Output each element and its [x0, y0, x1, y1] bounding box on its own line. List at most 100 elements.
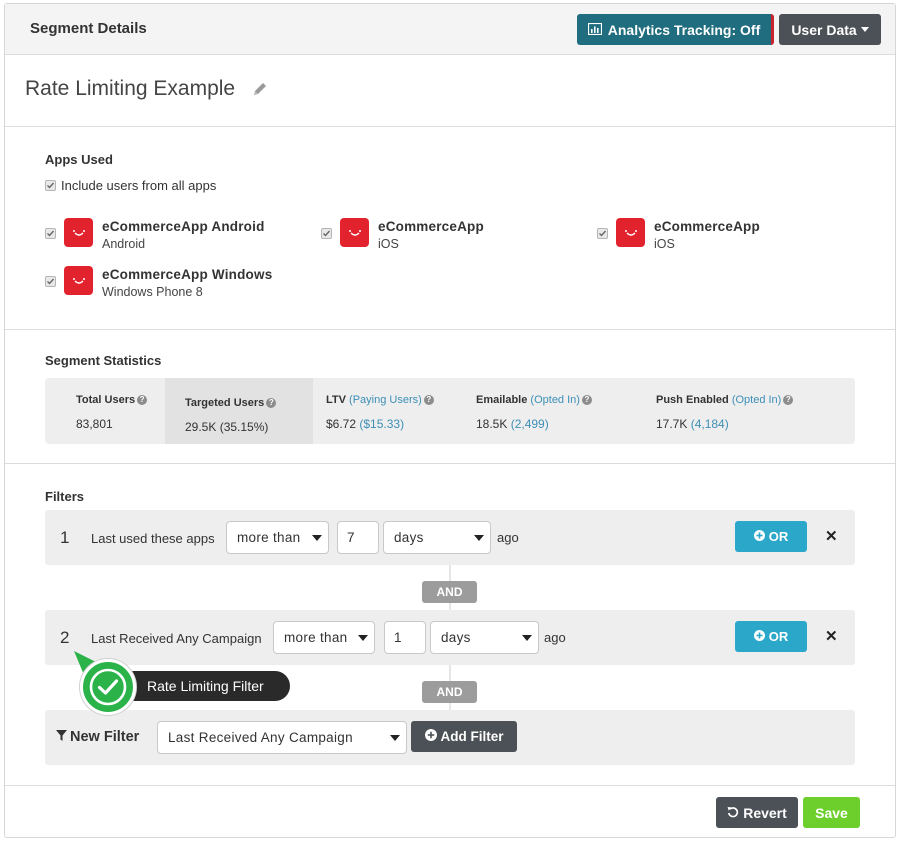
undo-icon [727, 805, 739, 821]
plus-circle-icon [753, 629, 765, 644]
paying-users-link[interactable]: (Paying Users) [349, 394, 422, 406]
stat-value: 17.7K (4,184) [656, 417, 729, 431]
apps-used-section: Apps Used Include users from all apps eC… [5, 127, 895, 330]
app-item[interactable]: eCommerceApp iOS [321, 218, 484, 254]
app-checkbox[interactable] [45, 276, 56, 287]
revert-button[interactable]: Revert [716, 797, 798, 828]
funnel-filter-icon [56, 729, 67, 745]
app-platform: iOS [654, 237, 675, 251]
and-badge: AND [422, 681, 477, 703]
push-opted-link[interactable]: (4,184) [691, 417, 729, 431]
include-all-checkbox[interactable] [45, 180, 56, 191]
add-filter-button[interactable]: Add Filter [411, 721, 517, 752]
callout-label: Rate Limiting Filter [147, 678, 264, 694]
stat-label: Total Users? [76, 394, 148, 406]
app-smile-icon [340, 218, 369, 247]
segment-name[interactable]: Rate Limiting Example [25, 77, 235, 101]
app-smile-icon [64, 266, 93, 295]
filter-label: Last Received Any Campaign [91, 631, 262, 646]
user-data-label: User Data [791, 21, 857, 38]
help-icon[interactable]: ? [266, 397, 277, 408]
panel-header: Segment Details Analytics Tracking: Off … [5, 4, 895, 55]
app-smile-icon [616, 218, 645, 247]
caret-down-icon [312, 535, 322, 541]
stat-push-enabled: Push Enabled (Opted In)? 17.7K (4,184) [643, 378, 855, 444]
close-icon[interactable]: ✕ [825, 527, 838, 545]
analytics-tracking-label: Analytics Tracking: Off [607, 21, 761, 38]
filters-section: Filters 1 Last used these apps more than… [5, 464, 895, 786]
app-name: eCommerceApp Windows [102, 267, 273, 282]
panel-title: Segment Details [30, 20, 147, 37]
segment-statistics-section: Segment Statistics Total Users? 83,801 T… [5, 330, 895, 464]
app-checkbox[interactable] [45, 228, 56, 239]
ago-label: ago [544, 630, 566, 645]
help-icon[interactable]: ? [137, 394, 148, 405]
stat-value: $6.72 ($15.33) [326, 417, 405, 431]
segment-details-panel: Segment Details Analytics Tracking: Off … [4, 3, 896, 838]
caret-down-icon [390, 735, 400, 741]
app-checkbox[interactable] [597, 228, 608, 239]
app-platform: iOS [378, 237, 399, 251]
comparator-select[interactable]: more than [226, 521, 329, 554]
stat-label: LTV (Paying Users)? [326, 394, 434, 406]
stat-emailable: Emailable (Opted In)? 18.5K (2,499) [463, 378, 643, 444]
include-all-label: Include users from all apps [61, 178, 217, 193]
help-icon[interactable]: ? [581, 394, 592, 405]
stat-value: 18.5K (2,499) [476, 417, 549, 431]
caret-down-icon [522, 635, 532, 641]
opted-in-link[interactable]: (Opted In) [530, 394, 580, 406]
save-button[interactable]: Save [803, 797, 860, 828]
app-name: eCommerceApp [654, 219, 760, 234]
app-platform: Android [102, 237, 146, 251]
filter-row: 2 Last Received Any Campaign more than 1… [45, 610, 855, 665]
app-smile-icon [64, 218, 93, 247]
filter-label: Last used these apps [91, 531, 215, 546]
app-item[interactable]: eCommerceApp Windows Windows Phone 8 [45, 266, 272, 302]
help-icon[interactable]: ? [783, 394, 794, 405]
app-item[interactable]: eCommerceApp iOS [597, 218, 760, 254]
amount-input[interactable]: 1 [384, 621, 426, 654]
stat-label: Push Enabled (Opted In)? [656, 394, 794, 406]
new-filter-label: New Filter [56, 729, 139, 745]
plus-circle-icon [753, 529, 765, 544]
segment-name-row: Rate Limiting Example [5, 55, 895, 127]
app-platform: Windows Phone 8 [102, 285, 203, 299]
help-icon[interactable]: ? [423, 394, 434, 405]
filter-number: 2 [60, 628, 70, 647]
filter-number: 1 [60, 528, 70, 547]
caret-down-icon [358, 635, 368, 641]
app-checkbox[interactable] [321, 228, 332, 239]
plus-circle-icon [424, 729, 437, 744]
app-item[interactable]: eCommerceApp Android Android [45, 218, 265, 254]
unit-select[interactable]: days [430, 621, 539, 654]
unit-select[interactable]: days [383, 521, 491, 554]
callout-label-pill: Rate Limiting Filter [118, 671, 290, 701]
segment-statistics-title: Segment Statistics [45, 353, 162, 368]
new-filter-row: New Filter Last Received Any Campaign Ad… [45, 710, 855, 765]
amount-input[interactable]: 7 [337, 521, 379, 554]
analytics-tracking-button[interactable]: Analytics Tracking: Off [577, 14, 774, 45]
stat-targeted-users: Targeted Users? 29.5K (35.15%) [165, 378, 313, 444]
ltv-paying-link[interactable]: ($15.33) [359, 417, 404, 431]
pencil-edit-icon[interactable] [252, 81, 268, 102]
user-data-dropdown[interactable]: User Data [779, 14, 881, 45]
app-name: eCommerceApp Android [102, 219, 265, 234]
stat-ltv: LTV (Paying Users)? $6.72 ($15.33) [313, 378, 463, 444]
bar-chart-icon [587, 22, 602, 38]
new-filter-type-select[interactable]: Last Received Any Campaign [157, 721, 407, 754]
app-name: eCommerceApp [378, 219, 484, 234]
stat-label: Emailable (Opted In)? [476, 394, 592, 406]
stat-value: 83,801 [76, 417, 113, 431]
caret-down-icon [474, 535, 484, 541]
comparator-select[interactable]: more than [273, 621, 375, 654]
filter-row: 1 Last used these apps more than 7 days … [45, 510, 855, 565]
stat-label: Targeted Users? [185, 397, 277, 409]
or-button[interactable]: OR [735, 621, 807, 652]
ago-label: ago [497, 530, 519, 545]
emailable-opted-link[interactable]: (2,499) [511, 417, 549, 431]
include-all-apps-row[interactable]: Include users from all apps [45, 178, 216, 193]
and-badge: AND [422, 581, 477, 603]
close-icon[interactable]: ✕ [825, 627, 838, 645]
opted-in-link[interactable]: (Opted In) [732, 394, 782, 406]
or-button[interactable]: OR [735, 521, 807, 552]
